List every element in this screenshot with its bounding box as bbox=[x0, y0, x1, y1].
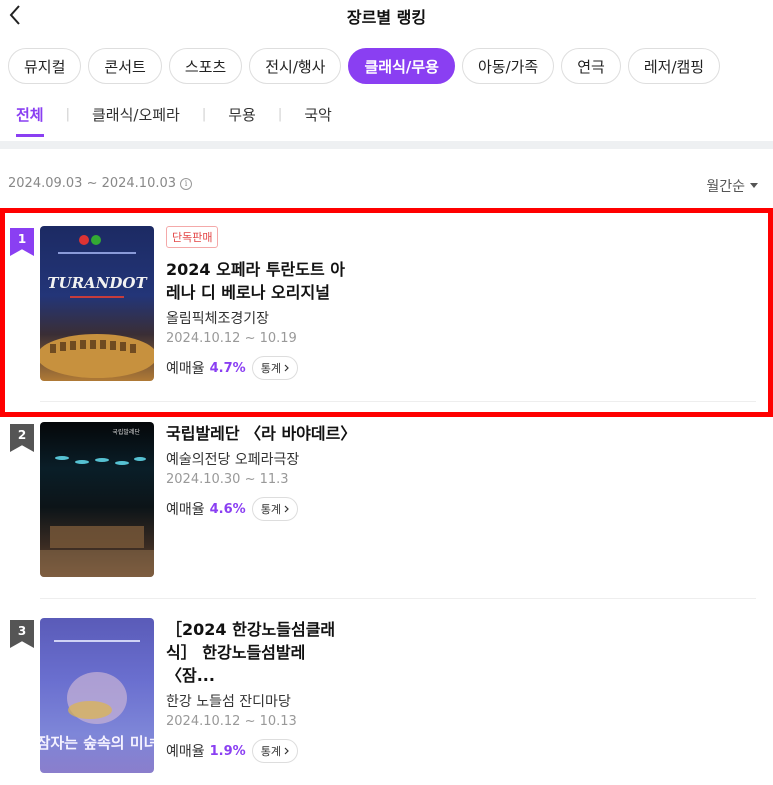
booking-rate-value: 4.7% bbox=[209, 360, 246, 376]
turandot-poster-art: TURANDOT bbox=[40, 235, 154, 378]
poster-title: 잠자는 숲속의 미녀 bbox=[40, 734, 154, 752]
item-title[interactable]: 2024 오페라 투란도트 아레나 디 베로나 오리지널 bbox=[166, 258, 356, 304]
genre-chip-list: 뮤지컬 콘서트 스포츠 전시/행사 클래식/무용 아동/가족 연극 레저/캠핑 bbox=[8, 48, 721, 84]
stats-button[interactable]: 통계 bbox=[251, 356, 298, 380]
booking-rate-value: 4.6% bbox=[209, 501, 246, 517]
page-title: 장르별 랭킹 bbox=[346, 8, 427, 27]
rank-badge: 1 bbox=[10, 228, 34, 256]
subgenre-tabs: 전체 | 클래식/오페라 | 무용 | 국악 bbox=[16, 104, 332, 137]
booking-rate-value: 1.9% bbox=[209, 743, 246, 759]
genre-chip-concert[interactable]: 콘서트 bbox=[88, 48, 162, 84]
poster-image[interactable]: 국립발레단 bbox=[40, 422, 154, 577]
ballet-poster-art: 국립발레단 bbox=[40, 428, 154, 577]
genre-chip-classic-dance[interactable]: 클래식/무용 bbox=[348, 48, 455, 84]
booking-rate-row: 예매율 4.6% 통계 bbox=[166, 497, 356, 521]
genre-chip-exhibition[interactable]: 전시/행사 bbox=[249, 48, 342, 84]
period-row: 2024.09.03 ~ 2024.10.03 i 월간순 bbox=[8, 176, 758, 196]
sleeping-beauty-poster-art: 잠자는 숲속의 미녀 bbox=[40, 640, 154, 752]
period-range: 2024.09.03 ~ 2024.10.03 i bbox=[8, 176, 758, 191]
booking-rate-row: 예매율 1.9% 통계 bbox=[166, 739, 356, 763]
genre-chip-sports[interactable]: 스포츠 bbox=[168, 48, 243, 84]
item-dates: 2024.10.30 ~ 11.3 bbox=[166, 472, 289, 487]
sort-label: 월간순 bbox=[706, 179, 745, 195]
exclusive-badge: 단독판매 bbox=[166, 226, 219, 248]
booking-rate-label: 예매율 bbox=[166, 502, 205, 518]
genre-chip-musical[interactable]: 뮤지컬 bbox=[8, 48, 82, 84]
poster-caption: 국립발레단 bbox=[112, 428, 140, 436]
stats-label: 통계 bbox=[260, 362, 281, 375]
row-divider bbox=[40, 598, 756, 599]
tab-separator: | bbox=[277, 107, 283, 122]
booking-rate-label: 예매율 bbox=[166, 361, 205, 377]
poster-title: TURANDOT bbox=[47, 274, 148, 292]
item-venue: 올림픽체조경기장 bbox=[166, 311, 270, 327]
period-range-text: 2024.09.03 ~ 2024.10.03 bbox=[8, 176, 177, 191]
item-title[interactable]: ［2024 한강노들섬클래식］ 한강노들섬발레〈잠... bbox=[166, 618, 354, 687]
tab-korean-traditional[interactable]: 국악 bbox=[304, 104, 332, 137]
top-app-bar: 장르별 랭킹 bbox=[0, 0, 773, 34]
genre-chip-play[interactable]: 연극 bbox=[561, 48, 621, 84]
tab-dance[interactable]: 무용 bbox=[228, 104, 256, 137]
genre-chip-leisure-camping[interactable]: 레저/캠핑 bbox=[627, 48, 721, 84]
stats-button[interactable]: 통계 bbox=[251, 497, 298, 521]
rank-badge: 3 bbox=[10, 620, 34, 648]
ranking-item[interactable]: 2 국립발레단 국립발레단 〈라 바야데르〉 예술의전당 오페라극장 2024.… bbox=[0, 422, 773, 582]
tab-all[interactable]: 전체 bbox=[16, 104, 44, 137]
item-info: 국립발레단 〈라 바야데르〉 예술의전당 오페라극장 2024.10.30 ~ … bbox=[166, 422, 356, 521]
tab-separator: | bbox=[201, 107, 207, 122]
poster-image[interactable]: TURANDOT bbox=[40, 226, 154, 381]
sort-dropdown[interactable]: 월간순 bbox=[706, 176, 758, 196]
ranking-item[interactable]: 1 TURANDOT 단독판매 2024 오페라 투란도트 아레나 디 베로나 … bbox=[0, 226, 773, 406]
rank-badge: 2 bbox=[10, 424, 34, 452]
item-venue: 한강 노들섬 잔디마당 bbox=[166, 694, 291, 710]
item-info: ［2024 한강노들섬클래식］ 한강노들섬발레〈잠... 한강 노들섬 잔디마당… bbox=[166, 618, 356, 763]
item-info: 단독판매 2024 오페라 투란도트 아레나 디 베로나 오리지널 올림픽체조경… bbox=[166, 226, 356, 380]
poster-image[interactable]: 잠자는 숲속의 미녀 bbox=[40, 618, 154, 773]
info-icon[interactable]: i bbox=[180, 177, 193, 190]
item-title[interactable]: 국립발레단 〈라 바야데르〉 bbox=[166, 422, 376, 445]
stats-label: 통계 bbox=[260, 745, 281, 758]
chevron-right-icon bbox=[284, 364, 289, 372]
booking-rate-row: 예매율 4.7% 통계 bbox=[166, 356, 356, 380]
stats-button[interactable]: 통계 bbox=[251, 739, 298, 763]
item-venue: 예술의전당 오페라극장 bbox=[166, 452, 300, 468]
item-dates: 2024.10.12 ~ 10.19 bbox=[166, 331, 297, 346]
stats-label: 통계 bbox=[260, 503, 281, 516]
section-divider bbox=[0, 141, 773, 149]
genre-chip-kids-family[interactable]: 아동/가족 bbox=[461, 48, 555, 84]
tab-classic-opera[interactable]: 클래식/오페라 bbox=[92, 104, 180, 137]
row-divider bbox=[40, 401, 756, 402]
caret-down-icon bbox=[750, 183, 758, 188]
chevron-right-icon bbox=[284, 747, 289, 755]
tab-separator: | bbox=[65, 107, 70, 122]
item-dates: 2024.10.12 ~ 10.13 bbox=[166, 714, 297, 729]
chevron-right-icon bbox=[284, 505, 289, 513]
ranking-item[interactable]: 3 잠자는 숲속의 미녀 ［2024 한강노들섬클래식］ 한강노들섬발레〈잠..… bbox=[0, 618, 773, 778]
booking-rate-label: 예매율 bbox=[166, 744, 205, 760]
